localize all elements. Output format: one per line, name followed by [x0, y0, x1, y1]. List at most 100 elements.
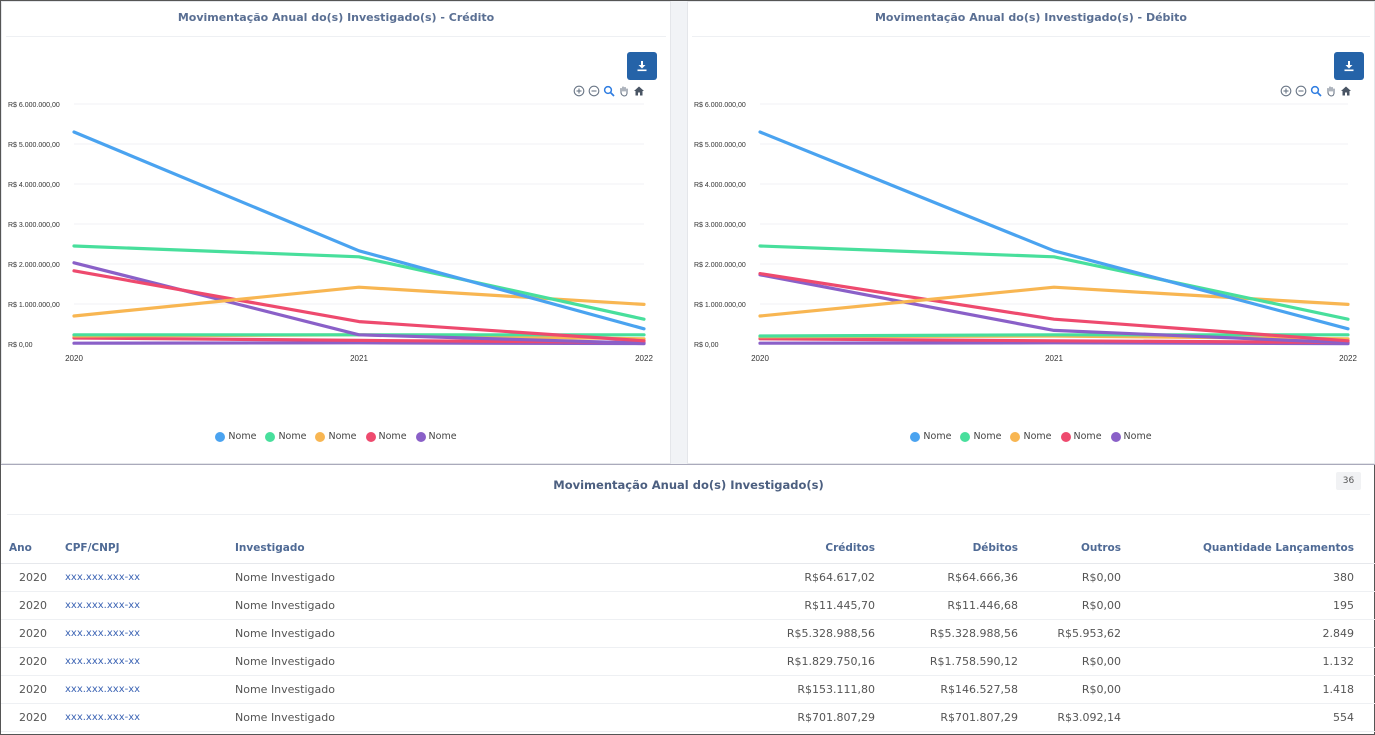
cell-quantidade: 1.132: [1127, 647, 1375, 676]
cell-ano: 2020: [1, 703, 59, 732]
y-tick-label: R$ 3.000.000,00: [694, 222, 746, 229]
legend-label: Nome: [923, 431, 952, 442]
cell-ano: 2020: [1, 647, 59, 676]
cell-cpf-cnpj[interactable]: xxx.xxx.xxx-xx: [59, 703, 229, 732]
legend-marker: [1010, 431, 1021, 442]
legend-item[interactable]: Nome: [1010, 431, 1052, 442]
cell-quantidade: 2.849: [1127, 619, 1375, 648]
download-icon: [637, 61, 647, 72]
legend-label: Nome: [228, 431, 257, 442]
cell-outros: R$0,00: [1024, 675, 1127, 704]
cell-ano: 2020: [1, 619, 59, 648]
cell-ano: 2020: [1, 563, 59, 592]
cell-investigado: Nome Investigado: [229, 619, 729, 648]
legend-marker: [215, 431, 226, 442]
table-row[interactable]: 2020 xxx.xxx.xxx-xx Nome Investigado R$64.6…: [1, 563, 1375, 592]
column-header-quantidade-lancamentos[interactable]: Quantidade Lançamentos: [1127, 534, 1375, 564]
annual-movement-table: Ano CPF/CNPJ Investigado Créditos Débito…: [1, 534, 1375, 732]
y-tick-label: R$ 5.000.000,00: [694, 142, 746, 149]
y-tick-label: R$ 1.000.000,00: [694, 302, 746, 309]
y-tick-label: R$ 4.000.000,00: [8, 182, 60, 189]
x-tick-label: 2020: [65, 354, 83, 363]
debit-chart-title: Movimentação Anual do(s) Investigado(s) …: [874, 11, 1187, 24]
legend-marker: [960, 431, 971, 442]
legend-label: Nome: [378, 431, 407, 442]
cell-creditos: R$1.829.750,16: [729, 647, 881, 676]
credit-chart-title: Movimentação Anual do(s) Investigado(s) …: [177, 11, 495, 24]
column-header-ano[interactable]: Ano: [1, 534, 59, 564]
legend-item[interactable]: Nome: [215, 431, 256, 442]
cell-ano: 2020: [1, 675, 59, 704]
legend-item[interactable]: Nome: [1110, 431, 1152, 442]
table-row[interactable]: 2020 xxx.xxx.xxx-xx Nome Investigado R$5.32…: [1, 619, 1375, 648]
x-tick-label: 2020: [751, 354, 769, 363]
cell-cpf-cnpj[interactable]: xxx.xxx.xxx-xx: [59, 675, 229, 704]
legend-item[interactable]: Nome: [315, 431, 357, 442]
table-row[interactable]: 2020 xxx.xxx.xxx-xx Nome Investigado R$11.4…: [1, 591, 1375, 620]
legend-marker: [265, 431, 276, 442]
legend-marker: [1110, 431, 1121, 442]
legend-label: Nome: [428, 431, 457, 442]
cell-creditos: R$153.111,80: [729, 675, 881, 704]
legend-item[interactable]: Nome: [910, 431, 951, 442]
count-badge: 36: [1336, 472, 1361, 490]
legend-marker: [365, 431, 376, 442]
column-header-cpf-cnpj[interactable]: CPF/CNPJ: [59, 534, 229, 564]
cell-debitos: R$5.328.988,56: [881, 619, 1024, 648]
cell-debitos: R$1.758.590,12: [881, 647, 1024, 676]
annual-movement-table-section: Movimentação Anual do(s) Investigado(s) …: [1, 464, 1375, 735]
table-body: 2020 xxx.xxx.xxx-xx Nome Investigado R$64.6…: [1, 563, 1375, 732]
legend-label: Nome: [1123, 431, 1152, 442]
chart-legend: Nome Nome Nome Nome Nome: [2, 431, 670, 442]
cell-creditos: R$64.617,02: [729, 563, 881, 592]
legend-label: Nome: [1023, 431, 1052, 442]
legend-item[interactable]: Nome: [365, 431, 407, 442]
legend-item[interactable]: Nome: [960, 431, 1001, 442]
cell-cpf-cnpj[interactable]: xxx.xxx.xxx-xx: [59, 563, 229, 592]
legend-item[interactable]: Nome: [1060, 431, 1102, 442]
cell-debitos: R$701.807,29: [881, 703, 1024, 732]
column-header-creditos[interactable]: Créditos: [729, 534, 881, 564]
table-row[interactable]: 2020 xxx.xxx.xxx-xx Nome Investigado R$1.82…: [1, 647, 1375, 676]
table-row[interactable]: 2020 xxx.xxx.xxx-xx Nome Investigado R$153.…: [1, 675, 1375, 704]
legend-marker: [1060, 431, 1071, 442]
cell-outros: R$5.953,62: [1024, 619, 1127, 648]
debit-line-chart: R$ 0,00 R$ 1.000.000,00 R$ 2.000.000,00 R$ …: [694, 102, 1357, 363]
cell-debitos: R$146.527,58: [881, 675, 1024, 704]
y-tick-label: R$ 0,00: [694, 342, 719, 349]
cell-investigado: Nome Investigado: [229, 563, 729, 592]
column-header-investigado[interactable]: Investigado: [229, 534, 729, 564]
x-tick-label: 2021: [1045, 354, 1063, 363]
cell-investigado: Nome Investigado: [229, 591, 729, 620]
legend-item[interactable]: Nome: [265, 431, 306, 442]
x-tick-label: 2022: [635, 354, 653, 363]
cell-investigado: Nome Investigado: [229, 703, 729, 732]
y-tick-label: R$ 2.000.000,00: [694, 262, 746, 269]
legend-item[interactable]: Nome: [415, 431, 457, 442]
cell-outros: R$0,00: [1024, 647, 1127, 676]
y-tick-label: R$ 3.000.000,00: [8, 222, 60, 229]
download-button[interactable]: [627, 52, 657, 80]
cell-quantidade: 1.418: [1127, 675, 1375, 704]
table-header-row: Ano CPF/CNPJ Investigado Créditos Débito…: [1, 534, 1375, 564]
cell-cpf-cnpj[interactable]: xxx.xxx.xxx-xx: [59, 619, 229, 648]
table-row[interactable]: 2020 xxx.xxx.xxx-xx Nome Investigado R$701.…: [1, 703, 1375, 732]
credit-line-chart: R$ 0,00 R$ 1.000.000,00 R$ 2.000.000,00 R$ …: [8, 102, 653, 363]
legend-marker: [415, 431, 426, 442]
cell-cpf-cnpj[interactable]: xxx.xxx.xxx-xx: [59, 591, 229, 620]
column-header-debitos[interactable]: Débitos: [881, 534, 1024, 564]
y-tick-label: R$ 4.000.000,00: [694, 182, 746, 189]
download-button[interactable]: [1334, 52, 1364, 80]
cell-outros: R$0,00: [1024, 591, 1127, 620]
series-line[interactable]: [72, 261, 646, 345]
cell-debitos: R$11.446,68: [881, 591, 1024, 620]
cell-cpf-cnpj[interactable]: xxx.xxx.xxx-xx: [59, 647, 229, 676]
cell-creditos: R$701.807,29: [729, 703, 881, 732]
column-header-outros[interactable]: Outros: [1024, 534, 1127, 564]
cell-debitos: R$64.666,36: [881, 563, 1024, 592]
cell-ano: 2020: [1, 591, 59, 620]
credit-chart-panel: Movimentação Anual do(s) Investigado(s) …: [1, 1, 671, 464]
cell-outros: R$3.092,14: [1024, 703, 1127, 732]
y-tick-label: R$ 5.000.000,00: [8, 142, 60, 149]
x-tick-label: 2022: [1339, 354, 1357, 363]
